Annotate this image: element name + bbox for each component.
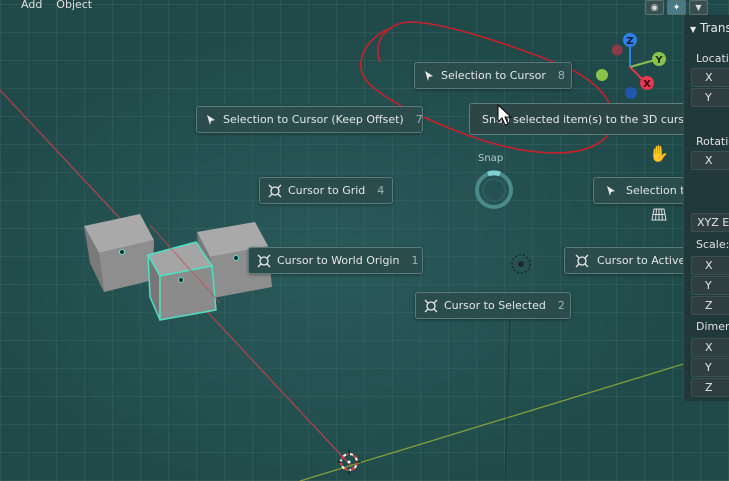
cursor-arrow-icon bbox=[602, 185, 620, 197]
overlay-icon: ✦ bbox=[672, 2, 681, 13]
gizmo-y-label: Y bbox=[654, 55, 663, 66]
pie-item-hotkey: 2 bbox=[557, 299, 565, 312]
gizmo-x-label: X bbox=[643, 79, 651, 90]
viewport-scene: Z Y X bbox=[0, 21, 691, 481]
menu-view[interactable] bbox=[0, 0, 14, 13]
transform-panel-header[interactable]: ▼ Trans bbox=[690, 21, 729, 35]
cube-left[interactable] bbox=[84, 214, 154, 292]
menu-object[interactable]: Object bbox=[49, 0, 99, 13]
overlay-button[interactable]: ✦ bbox=[667, 0, 686, 15]
pie-item-hotkey: 7 bbox=[415, 113, 423, 126]
empty-object-icon[interactable] bbox=[511, 254, 531, 274]
rotation-x-field[interactable]: X bbox=[691, 151, 729, 170]
location-label: Location bbox=[696, 52, 729, 65]
panel-header-label: Trans bbox=[699, 21, 729, 35]
scale-z-field[interactable]: Z bbox=[691, 296, 729, 315]
chevron-down-icon: ▼ bbox=[690, 25, 697, 34]
tooltip-text: Snap selected item(s) to the 3D cursor. bbox=[482, 112, 692, 126]
dimensions-y-field[interactable]: Y bbox=[691, 358, 729, 377]
cursor-target-icon bbox=[424, 299, 438, 313]
header-right-buttons: ◉ ✦ ▼ bbox=[645, 0, 708, 15]
pie-item-cursor-to-selected[interactable]: Cursor to Selected 2 bbox=[415, 292, 571, 319]
3d-cursor-icon[interactable] bbox=[337, 450, 361, 474]
dimensions-x-field[interactable]: X bbox=[691, 338, 729, 357]
shading-icon: ◉ bbox=[650, 2, 659, 13]
gizmo-z-label: Z bbox=[626, 36, 633, 47]
pie-item-hotkey: 4 bbox=[377, 184, 385, 197]
cursor-arrow-icon bbox=[423, 70, 435, 82]
scale-x-field[interactable]: X bbox=[691, 256, 729, 275]
rotation-mode-select[interactable]: XYZ Eu bbox=[691, 213, 729, 232]
cursor-target-icon bbox=[268, 184, 282, 198]
scale-label: Scale: bbox=[696, 238, 729, 251]
chevron-down-icon: ▼ bbox=[695, 3, 702, 12]
dimensions-z-field[interactable]: Z bbox=[691, 378, 729, 397]
location-y-field[interactable]: Y bbox=[691, 88, 729, 107]
grid-icon bbox=[651, 208, 667, 221]
3d-viewport[interactable]: Z Y X Add Object ◉ ✦ ▼ Selection to Curs… bbox=[0, 0, 729, 481]
pie-item-selection-to-cursor-keep-offset[interactable]: Selection to Cursor (Keep Offset) 7 bbox=[196, 106, 423, 133]
mouse-pointer-icon bbox=[497, 104, 513, 126]
cursor-vertical-line bbox=[504, 314, 511, 481]
pie-item-selection-to-cursor[interactable]: Selection to Cursor 8 bbox=[414, 62, 572, 89]
pie-item-cursor-to-world-origin[interactable]: Cursor to World Origin 1 bbox=[248, 247, 423, 274]
pie-item-label: Selection to Cursor (Keep Offset) bbox=[223, 113, 404, 126]
viewport-shading-button[interactable]: ◉ bbox=[645, 0, 664, 15]
cursor-target-icon bbox=[573, 254, 591, 268]
scale-y-field[interactable]: Y bbox=[691, 276, 729, 295]
navigation-gizmo[interactable]: Z Y X bbox=[596, 33, 666, 99]
pie-item-label: Selection to Cursor bbox=[441, 69, 546, 82]
hand-icon: ✋ bbox=[649, 143, 669, 163]
pie-item-label: Cursor to Grid bbox=[288, 184, 366, 197]
rotation-label: Rotatio bbox=[696, 135, 729, 148]
pie-item-label: Cursor to Active bbox=[597, 254, 686, 267]
y-axis-line bbox=[299, 361, 691, 481]
location-x-field[interactable]: X bbox=[691, 68, 729, 87]
header-menu-bar: Add Object bbox=[0, 0, 99, 13]
pie-menu-title: Snap bbox=[478, 153, 504, 164]
menu-add[interactable]: Add bbox=[14, 0, 49, 13]
pie-item-label: Cursor to Selected bbox=[444, 299, 546, 312]
cursor-target-icon bbox=[257, 254, 271, 268]
pie-item-hotkey: 1 bbox=[411, 254, 419, 267]
pie-item-label: Cursor to World Origin bbox=[277, 254, 400, 267]
pie-item-cursor-to-grid[interactable]: Cursor to Grid 4 bbox=[259, 177, 393, 204]
overlay-dropdown[interactable]: ▼ bbox=[689, 0, 708, 15]
cursor-arrow-icon bbox=[205, 114, 217, 126]
pie-item-hotkey: 8 bbox=[557, 69, 565, 82]
pan-view-button[interactable]: ✋ bbox=[648, 142, 670, 164]
properties-sidebar: ▼ Trans Location X Y Rotatio X XYZ Eu Sc… bbox=[683, 15, 729, 401]
pie-menu-center-ring bbox=[475, 170, 513, 209]
dimensions-label: Dimen bbox=[696, 320, 729, 333]
toggle-camera-grid-button[interactable] bbox=[648, 203, 670, 225]
